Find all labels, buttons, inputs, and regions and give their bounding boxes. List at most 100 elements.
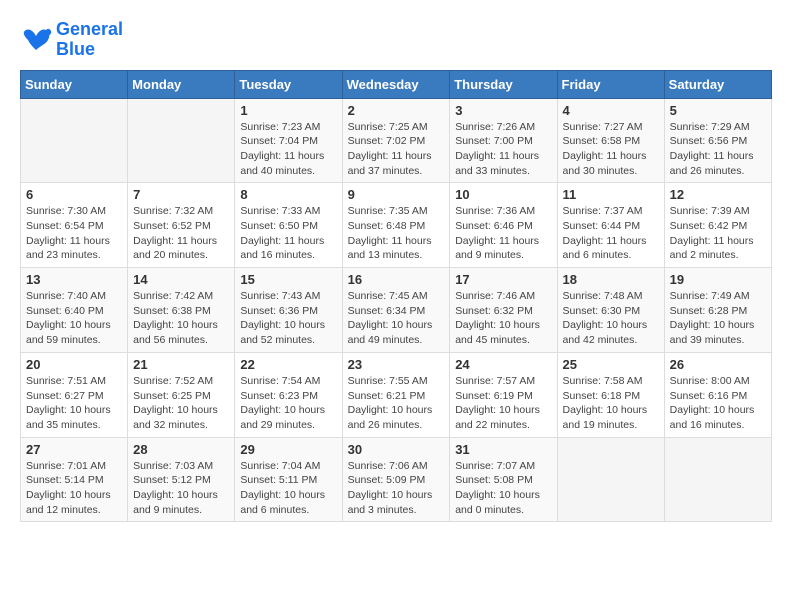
page-header: General Blue: [20, 20, 772, 60]
day-number: 19: [670, 272, 766, 287]
calendar-cell: 22 Sunrise: 7:54 AMSunset: 6:23 PMDayligh…: [235, 352, 342, 437]
day-number: 29: [240, 442, 336, 457]
day-info: Sunrise: 7:30 AMSunset: 6:54 PMDaylight:…: [26, 204, 122, 263]
weekday-header-monday: Monday: [128, 70, 235, 98]
day-number: 27: [26, 442, 122, 457]
weekday-header-saturday: Saturday: [664, 70, 771, 98]
calendar-cell: 21 Sunrise: 7:52 AMSunset: 6:25 PMDayligh…: [128, 352, 235, 437]
weekday-header-sunday: Sunday: [21, 70, 128, 98]
calendar-table: SundayMondayTuesdayWednesdayThursdayFrid…: [20, 70, 772, 523]
calendar-cell: 20 Sunrise: 7:51 AMSunset: 6:27 PMDayligh…: [21, 352, 128, 437]
calendar-cell: 29 Sunrise: 7:04 AMSunset: 5:11 PMDayligh…: [235, 437, 342, 522]
calendar-cell: 3Sunrise: 7:26 AMSunset: 7:00 PMDaylight…: [450, 98, 557, 183]
weekday-header-friday: Friday: [557, 70, 664, 98]
day-number: 15: [240, 272, 336, 287]
calendar-cell: 1 Sunrise: 7:23 AMSunset: 7:04 PMDaylight…: [235, 98, 342, 183]
calendar-cell: 5 Sunrise: 7:29 AMSunset: 6:56 PMDaylight…: [664, 98, 771, 183]
calendar-cell: 19Sunrise: 7:49 AMSunset: 6:28 PMDayligh…: [664, 268, 771, 353]
day-info: Sunrise: 7:51 AMSunset: 6:27 PMDaylight:…: [26, 374, 122, 433]
day-info: Sunrise: 7:23 AMSunset: 7:04 PMDaylight:…: [240, 120, 336, 179]
day-info: Sunrise: 7:42 AMSunset: 6:38 PMDaylight:…: [133, 289, 229, 348]
day-number: 25: [563, 357, 659, 372]
calendar-cell: 10 Sunrise: 7:36 AMSunset: 6:46 PMDayligh…: [450, 183, 557, 268]
calendar-cell: [21, 98, 128, 183]
day-number: 5: [670, 103, 766, 118]
day-number: 20: [26, 357, 122, 372]
day-info: Sunrise: 7:40 AMSunset: 6:40 PMDaylight:…: [26, 289, 122, 348]
day-number: 14: [133, 272, 229, 287]
calendar-cell: 26Sunrise: 8:00 AMSunset: 6:16 PMDayligh…: [664, 352, 771, 437]
calendar-cell: 12 Sunrise: 7:39 AMSunset: 6:42 PMDayligh…: [664, 183, 771, 268]
day-info: Sunrise: 7:03 AMSunset: 5:12 PMDaylight:…: [133, 459, 229, 518]
day-info: Sunrise: 7:43 AMSunset: 6:36 PMDaylight:…: [240, 289, 336, 348]
day-info: Sunrise: 7:32 AMSunset: 6:52 PMDaylight:…: [133, 204, 229, 263]
day-info: Sunrise: 7:48 AMSunset: 6:30 PMDaylight:…: [563, 289, 659, 348]
day-info: Sunrise: 7:01 AMSunset: 5:14 PMDaylight:…: [26, 459, 122, 518]
day-number: 3: [455, 103, 551, 118]
day-number: 21: [133, 357, 229, 372]
calendar-week-3: 13 Sunrise: 7:40 AMSunset: 6:40 PMDayligh…: [21, 268, 772, 353]
day-number: 30: [348, 442, 445, 457]
day-number: 16: [348, 272, 445, 287]
calendar-cell: [557, 437, 664, 522]
calendar-cell: [128, 98, 235, 183]
day-number: 6: [26, 187, 122, 202]
day-info: Sunrise: 7:25 AMSunset: 7:02 PMDaylight:…: [348, 120, 445, 179]
calendar-week-1: 1 Sunrise: 7:23 AMSunset: 7:04 PMDaylight…: [21, 98, 772, 183]
day-number: 11: [563, 187, 659, 202]
logo: General Blue: [20, 20, 123, 60]
day-number: 1: [240, 103, 336, 118]
calendar-cell: 9 Sunrise: 7:35 AMSunset: 6:48 PMDaylight…: [342, 183, 450, 268]
day-info: Sunrise: 7:55 AMSunset: 6:21 PMDaylight:…: [348, 374, 445, 433]
day-info: Sunrise: 7:54 AMSunset: 6:23 PMDaylight:…: [240, 374, 336, 433]
day-info: Sunrise: 7:39 AMSunset: 6:42 PMDaylight:…: [670, 204, 766, 263]
calendar-cell: 27 Sunrise: 7:01 AMSunset: 5:14 PMDayligh…: [21, 437, 128, 522]
day-info: Sunrise: 7:36 AMSunset: 6:46 PMDaylight:…: [455, 204, 551, 263]
day-number: 2: [348, 103, 445, 118]
weekday-header-row: SundayMondayTuesdayWednesdayThursdayFrid…: [21, 70, 772, 98]
day-info: Sunrise: 7:58 AMSunset: 6:18 PMDaylight:…: [563, 374, 659, 433]
logo-text: General Blue: [56, 20, 123, 60]
day-number: 24: [455, 357, 551, 372]
day-info: Sunrise: 7:29 AMSunset: 6:56 PMDaylight:…: [670, 120, 766, 179]
day-number: 9: [348, 187, 445, 202]
calendar-week-5: 27 Sunrise: 7:01 AMSunset: 5:14 PMDayligh…: [21, 437, 772, 522]
day-info: Sunrise: 7:06 AMSunset: 5:09 PMDaylight:…: [348, 459, 445, 518]
day-info: Sunrise: 7:35 AMSunset: 6:48 PMDaylight:…: [348, 204, 445, 263]
calendar-cell: 14 Sunrise: 7:42 AMSunset: 6:38 PMDayligh…: [128, 268, 235, 353]
day-number: 8: [240, 187, 336, 202]
day-number: 13: [26, 272, 122, 287]
calendar-cell: 28 Sunrise: 7:03 AMSunset: 5:12 PMDayligh…: [128, 437, 235, 522]
calendar-cell: 7Sunrise: 7:32 AMSunset: 6:52 PMDaylight…: [128, 183, 235, 268]
logo-icon: [20, 26, 52, 54]
calendar-cell: 31 Sunrise: 7:07 AMSunset: 5:08 PMDayligh…: [450, 437, 557, 522]
calendar-cell: 23 Sunrise: 7:55 AMSunset: 6:21 PMDayligh…: [342, 352, 450, 437]
weekday-header-thursday: Thursday: [450, 70, 557, 98]
day-info: Sunrise: 7:04 AMSunset: 5:11 PMDaylight:…: [240, 459, 336, 518]
calendar-cell: 17Sunrise: 7:46 AMSunset: 6:32 PMDayligh…: [450, 268, 557, 353]
day-info: Sunrise: 7:46 AMSunset: 6:32 PMDaylight:…: [455, 289, 551, 348]
day-number: 23: [348, 357, 445, 372]
day-number: 12: [670, 187, 766, 202]
calendar-cell: 25 Sunrise: 7:58 AMSunset: 6:18 PMDayligh…: [557, 352, 664, 437]
day-number: 31: [455, 442, 551, 457]
day-info: Sunrise: 7:37 AMSunset: 6:44 PMDaylight:…: [563, 204, 659, 263]
calendar-cell: 30 Sunrise: 7:06 AMSunset: 5:09 PMDayligh…: [342, 437, 450, 522]
day-number: 28: [133, 442, 229, 457]
calendar-cell: 24 Sunrise: 7:57 AMSunset: 6:19 PMDayligh…: [450, 352, 557, 437]
calendar-cell: 11 Sunrise: 7:37 AMSunset: 6:44 PMDayligh…: [557, 183, 664, 268]
calendar-cell: 18 Sunrise: 7:48 AMSunset: 6:30 PMDayligh…: [557, 268, 664, 353]
day-info: Sunrise: 7:57 AMSunset: 6:19 PMDaylight:…: [455, 374, 551, 433]
calendar-cell: 15 Sunrise: 7:43 AMSunset: 6:36 PMDayligh…: [235, 268, 342, 353]
day-number: 18: [563, 272, 659, 287]
day-info: Sunrise: 7:52 AMSunset: 6:25 PMDaylight:…: [133, 374, 229, 433]
calendar-week-2: 6 Sunrise: 7:30 AMSunset: 6:54 PMDaylight…: [21, 183, 772, 268]
day-number: 10: [455, 187, 551, 202]
day-info: Sunrise: 7:45 AMSunset: 6:34 PMDaylight:…: [348, 289, 445, 348]
weekday-header-wednesday: Wednesday: [342, 70, 450, 98]
day-info: Sunrise: 8:00 AMSunset: 6:16 PMDaylight:…: [670, 374, 766, 433]
calendar-week-4: 20 Sunrise: 7:51 AMSunset: 6:27 PMDayligh…: [21, 352, 772, 437]
day-number: 22: [240, 357, 336, 372]
day-info: Sunrise: 7:07 AMSunset: 5:08 PMDaylight:…: [455, 459, 551, 518]
calendar-cell: 2 Sunrise: 7:25 AMSunset: 7:02 PMDaylight…: [342, 98, 450, 183]
